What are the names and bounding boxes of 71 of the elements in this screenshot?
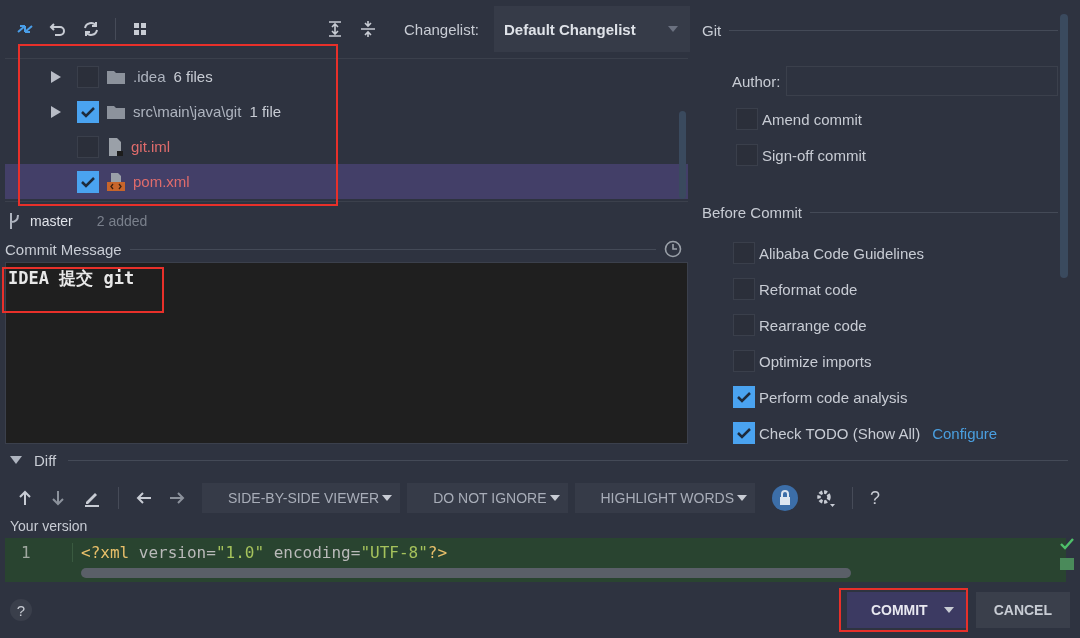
- arrow-up-icon[interactable]: [17, 490, 33, 506]
- branch-name: master: [30, 213, 73, 229]
- caret-icon: [943, 607, 954, 613]
- tree-row[interactable]: .idea 6 files: [5, 59, 688, 94]
- file-name: pom.xml: [133, 173, 190, 190]
- option-label: Reformat code: [759, 280, 858, 298]
- commit-message-label: Commit Message: [5, 240, 122, 258]
- option-label: Optimize imports: [759, 352, 872, 370]
- file-name: src\main\java\git: [133, 103, 242, 120]
- section-title: Before Commit: [702, 203, 803, 221]
- arrow-left-icon[interactable]: [136, 490, 152, 506]
- branch-status: 2 added: [96, 213, 148, 229]
- caret-icon: [382, 495, 393, 501]
- settings-icon[interactable]: [815, 488, 836, 508]
- highlight-dropdown[interactable]: HIGHLIGHT WORDS: [574, 483, 756, 513]
- configure-link[interactable]: Configure: [932, 424, 998, 442]
- changelist-dropdown[interactable]: Default Changelist: [494, 6, 690, 52]
- section-title: Git: [702, 21, 722, 39]
- help-button[interactable]: ?: [870, 487, 881, 509]
- collapse-all-icon[interactable]: [358, 20, 377, 38]
- diff-title: Diff: [34, 451, 57, 469]
- version-label: Your version: [9, 518, 89, 536]
- folder-icon: [107, 104, 125, 119]
- group-icon[interactable]: [131, 20, 149, 38]
- line-number: 1: [5, 542, 73, 562]
- lock-icon[interactable]: [772, 485, 799, 511]
- scrollbar-thumb[interactable]: [1060, 14, 1068, 278]
- commit-button[interactable]: COMMIT: [846, 592, 966, 628]
- expand-arrow-icon[interactable]: [51, 105, 61, 118]
- tree-row[interactable]: git.iml: [5, 129, 688, 164]
- caret-icon: [737, 495, 748, 501]
- file-icon: [107, 137, 123, 156]
- option-label: Amend commit: [762, 110, 863, 128]
- check-icon: [1060, 538, 1074, 550]
- scrollbar-thumb[interactable]: [81, 568, 851, 578]
- option-label: Sign-off commit: [762, 146, 866, 164]
- expand-arrow-icon[interactable]: [51, 70, 61, 83]
- folder-icon: [107, 69, 125, 84]
- option-label: Perform code analysis: [759, 388, 908, 406]
- arrow-right-icon[interactable]: [169, 490, 185, 506]
- change-marker: [1060, 558, 1074, 570]
- branch-icon: [8, 212, 20, 230]
- arrow-down-icon[interactable]: [50, 490, 66, 506]
- code-line: <?xml version="1.0" encoding="UTF-8"?>: [80, 542, 448, 562]
- file-count: 6 files: [173, 68, 213, 85]
- xml-file-icon: [107, 172, 125, 191]
- file-name: git.iml: [131, 138, 171, 155]
- commit-message-field[interactable]: IDEA 提交 git: [5, 262, 688, 444]
- caret-icon: [549, 495, 560, 501]
- history-icon[interactable]: [664, 240, 682, 258]
- checkbox[interactable]: [77, 100, 99, 123]
- scrollbar-thumb[interactable]: [679, 111, 686, 199]
- cancel-button[interactable]: CANCEL: [975, 592, 1070, 628]
- changelist-label: Changelist:: [403, 20, 479, 38]
- caret-icon: [668, 26, 678, 32]
- author-label: Author:: [732, 72, 781, 90]
- option-label: Rearrange code: [759, 316, 867, 334]
- ignore-dropdown[interactable]: DO NOT IGNORE: [407, 483, 568, 513]
- viewer-dropdown[interactable]: SIDE-BY-SIDE VIEWER: [202, 483, 401, 513]
- checkbox[interactable]: [733, 386, 755, 408]
- collapse-arrow-icon[interactable]: [10, 456, 22, 464]
- refresh-icon[interactable]: [82, 20, 100, 38]
- option-label: Check TODO (Show All): [759, 424, 921, 442]
- help-button[interactable]: ?: [10, 599, 32, 621]
- checkbox[interactable]: [733, 422, 755, 444]
- file-name: .idea: [133, 68, 166, 85]
- option-label: Alibaba Code Guidelines: [759, 244, 925, 262]
- file-count: 1 file: [249, 103, 282, 120]
- tree-row[interactable]: src\main\java\git 1 file: [5, 94, 688, 129]
- undo-icon[interactable]: [49, 20, 67, 38]
- checkbox[interactable]: [77, 170, 99, 193]
